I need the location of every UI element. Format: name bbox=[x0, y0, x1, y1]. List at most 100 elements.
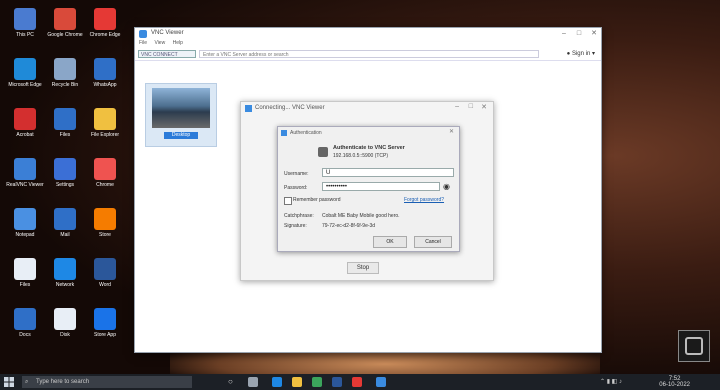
desktop-icon[interactable]: File Explorer bbox=[86, 108, 124, 138]
cancel-button[interactable]: Cancel bbox=[414, 236, 452, 248]
desktop-icon-label: Acrobat bbox=[16, 132, 34, 138]
search-icon: ⌕ bbox=[25, 379, 29, 385]
password-field[interactable]: •••••••••• bbox=[322, 182, 440, 191]
chrome-icon[interactable] bbox=[312, 377, 322, 387]
minimize-button[interactable]: – bbox=[455, 103, 459, 110]
close-button[interactable]: ✕ bbox=[449, 128, 454, 135]
lock-icon bbox=[318, 147, 328, 157]
desktop-icon[interactable]: Store App bbox=[86, 308, 124, 338]
maximize-button[interactable]: □ bbox=[469, 103, 473, 110]
desktop-icon-label: Store bbox=[99, 232, 111, 238]
app-icon[interactable] bbox=[352, 377, 362, 387]
desktop-icon[interactable]: Store bbox=[86, 208, 124, 238]
monitor-icon bbox=[685, 337, 703, 355]
vnc-icon bbox=[139, 30, 147, 38]
app-icon bbox=[94, 58, 116, 80]
chevron-down-icon: ▾ bbox=[591, 51, 595, 57]
app-icon bbox=[14, 158, 36, 180]
word-icon[interactable] bbox=[332, 377, 342, 387]
signature-value: 79-72-ec-d2-8f-6f-9e-3d bbox=[322, 223, 376, 229]
desktop-icon-label: Files bbox=[59, 132, 71, 138]
username-field[interactable]: U bbox=[322, 168, 454, 177]
desktop-icon[interactable]: Acrobat bbox=[6, 108, 44, 138]
desktop-icon[interactable]: Docs bbox=[6, 308, 44, 338]
minimize-button[interactable]: – bbox=[557, 28, 571, 40]
recording-overlay[interactable] bbox=[678, 330, 710, 362]
desktop-icon-label: Google Chrome bbox=[47, 32, 83, 38]
close-button[interactable]: ✕ bbox=[587, 28, 601, 40]
app-icon bbox=[54, 258, 76, 280]
desktop-icon[interactable]: Microsoft Edge bbox=[6, 58, 44, 88]
desktop-icon[interactable]: Google Chrome bbox=[46, 8, 84, 38]
desktop-icon-label: Files bbox=[19, 282, 31, 288]
vnc-taskbar-icon[interactable] bbox=[376, 377, 386, 387]
desktop-icon[interactable]: WhatsApp bbox=[86, 58, 124, 88]
ok-button[interactable]: OK bbox=[373, 236, 407, 248]
app-icon bbox=[14, 8, 36, 30]
desktop-icon-label: Store App bbox=[94, 332, 116, 338]
task-view-icon[interactable] bbox=[248, 377, 258, 387]
app-icon bbox=[14, 258, 36, 280]
sign-in-button[interactable]: ● Sign in ▾ bbox=[567, 50, 595, 57]
desktop-icon[interactable]: Settings bbox=[46, 158, 84, 188]
clock[interactable]: 7:52 06-10-2022 bbox=[659, 376, 690, 388]
vnc-icon bbox=[281, 130, 287, 136]
address-input[interactable]: Enter a VNC Server address or search bbox=[199, 50, 539, 58]
desktop-icon[interactable]: Files bbox=[6, 258, 44, 288]
taskbar-search[interactable]: ⌕ Type here to search bbox=[22, 376, 192, 388]
desktop-icon[interactable]: Chrome bbox=[86, 158, 124, 188]
desktop-icon[interactable]: Notepad bbox=[6, 208, 44, 238]
desktop-icon[interactable]: Recycle Bin bbox=[46, 58, 84, 88]
signature-label: Signature: bbox=[284, 223, 307, 229]
desktop-icon[interactable]: RealVNC Viewer bbox=[6, 158, 44, 188]
password-label: Password: bbox=[284, 185, 308, 191]
file-explorer-icon[interactable] bbox=[292, 377, 302, 387]
edge-icon[interactable] bbox=[272, 377, 282, 387]
app-icon bbox=[14, 108, 36, 130]
thumbnail-label: Desktop bbox=[164, 132, 198, 139]
connection-thumbnail[interactable]: Desktop bbox=[145, 83, 217, 147]
app-icon bbox=[94, 258, 116, 280]
desktop-icon[interactable]: Mail bbox=[46, 208, 84, 238]
desktop-icon[interactable]: Word bbox=[86, 258, 124, 288]
desktop-icon[interactable]: Disk bbox=[46, 308, 84, 338]
server-address: 192.168.0.5::5900 (TCP) bbox=[333, 153, 389, 159]
desktop-icon-label: Notepad bbox=[15, 232, 35, 238]
windows-start-icon[interactable] bbox=[4, 377, 14, 387]
desktop-icon[interactable]: Network bbox=[46, 258, 84, 288]
show-password-icon[interactable]: ◉ bbox=[443, 182, 450, 191]
desktop-icon-label: File Explorer bbox=[90, 132, 120, 138]
app-icon bbox=[94, 158, 116, 180]
thumbnail-image bbox=[152, 88, 210, 128]
stop-button[interactable]: Stop bbox=[347, 262, 379, 274]
connecting-title: Connecting... VNC Viewer bbox=[255, 105, 325, 111]
app-icon bbox=[54, 8, 76, 30]
app-icon bbox=[54, 308, 76, 330]
cortana-icon[interactable]: ○ bbox=[228, 377, 238, 387]
remember-checkbox[interactable] bbox=[284, 197, 292, 205]
desktop-icon-label: Microsoft Edge bbox=[8, 82, 42, 88]
menu-help[interactable]: Help bbox=[173, 40, 183, 46]
desktop-icon[interactable]: Chrome Edge bbox=[86, 8, 124, 38]
app-icon bbox=[14, 58, 36, 80]
taskbar: ⌕ Type here to search ○ ⌃ ▮ ◧ ♪ 7:52 06-… bbox=[0, 374, 720, 390]
desktop-icon-label: Settings bbox=[55, 182, 75, 188]
menu-view[interactable]: View bbox=[154, 40, 165, 46]
desktop-icon[interactable]: This PC bbox=[6, 8, 44, 38]
maximize-button[interactable]: □ bbox=[572, 28, 586, 40]
remember-label: Remember password bbox=[293, 197, 341, 203]
forgot-password-link[interactable]: Forgot password? bbox=[404, 197, 444, 203]
app-icon bbox=[54, 158, 76, 180]
close-button[interactable]: ✕ bbox=[481, 103, 487, 111]
tray-icons[interactable]: ⌃ ▮ ◧ ♪ bbox=[600, 378, 622, 385]
desktop-icon-label: Docs bbox=[19, 332, 31, 338]
address-bar: VNC CONNECT Enter a VNC Server address o… bbox=[135, 48, 601, 61]
dialog-title: Authentication bbox=[290, 130, 322, 136]
desktop-icon-label: RealVNC Viewer bbox=[6, 182, 44, 188]
menu-bar: File View Help bbox=[135, 40, 601, 48]
app-icon bbox=[54, 58, 76, 80]
desktop-icon[interactable]: Files bbox=[46, 108, 84, 138]
menu-file[interactable]: File bbox=[139, 40, 147, 46]
window-title: VNC Viewer bbox=[151, 30, 184, 36]
desktop-icon-label: Disk bbox=[60, 332, 70, 338]
